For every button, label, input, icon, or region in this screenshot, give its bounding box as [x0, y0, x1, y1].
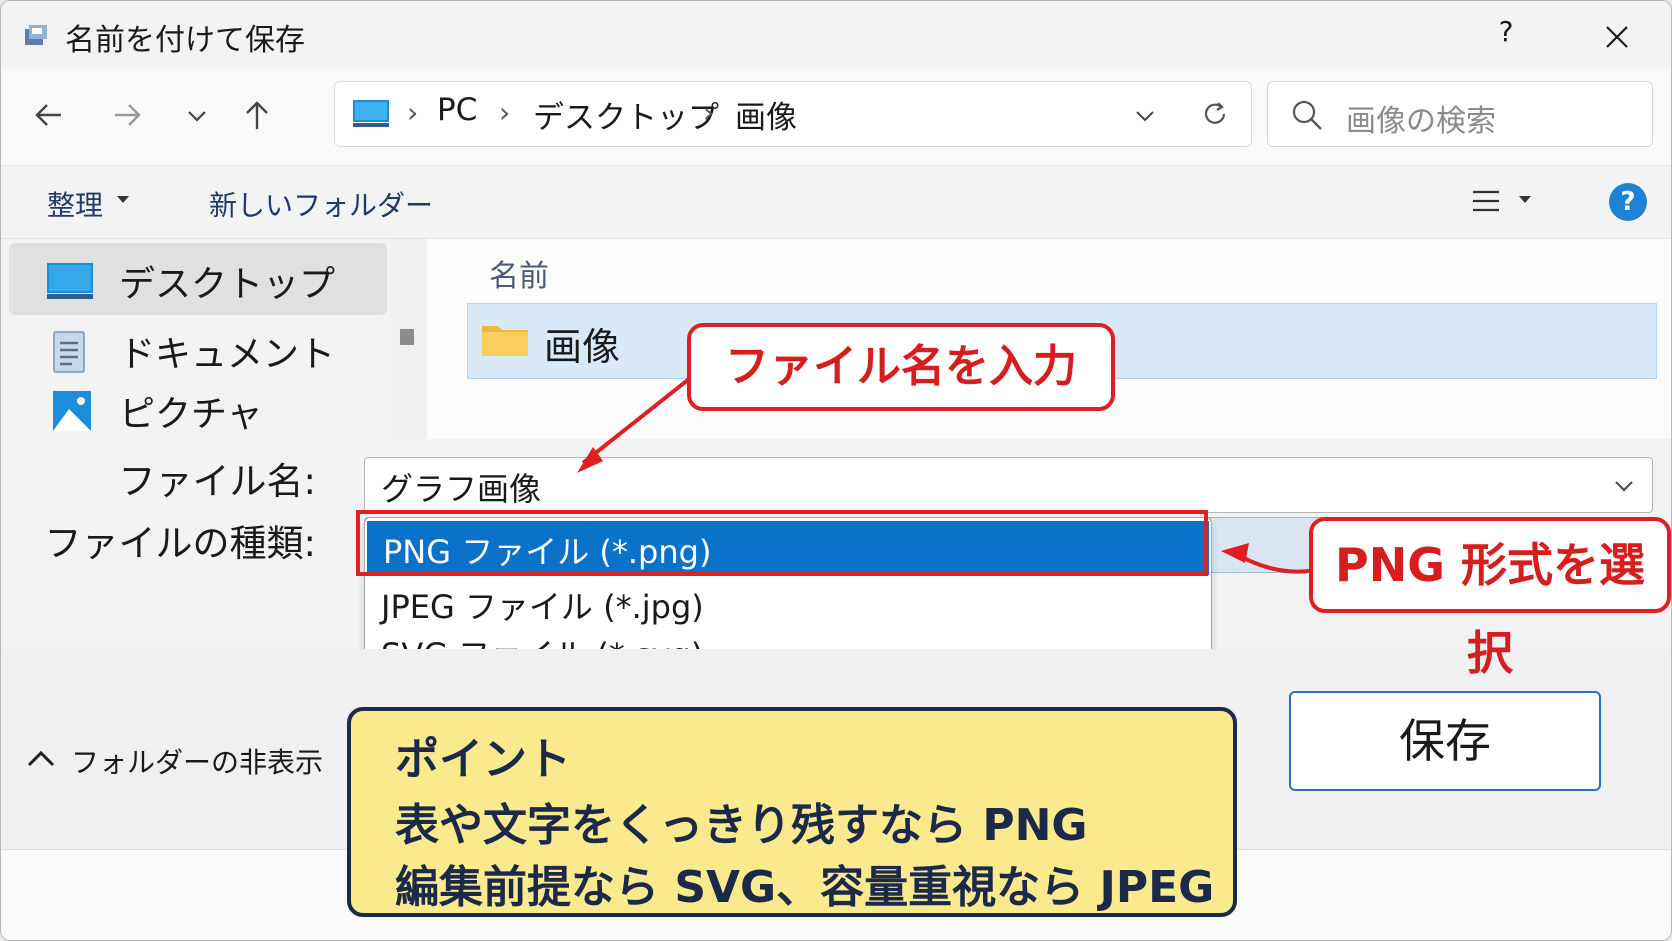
point-heading: ポイント — [395, 734, 571, 785]
callout-png: PNG 形式を選択 — [1309, 517, 1671, 680]
arrow-to-filename — [581, 377, 691, 465]
callout-filename: ファイル名を入力 — [687, 323, 1115, 411]
point-note-box: ポイント 表や文字をくっきり残すなら PNG 編集前提なら SVG、容量重視なら… — [347, 707, 1237, 917]
save-as-dialog: 名前を付けて保存 ? › PC › デスクトップ › 画像 画像の検索 整理 新… — [0, 0, 1672, 941]
point-line-1: 表や文字をくっきり残すなら PNG — [395, 800, 1088, 851]
point-line-2: 編集前提なら SVG、容量重視なら JPEG — [395, 862, 1215, 913]
arrowhead-png — [1221, 543, 1249, 563]
